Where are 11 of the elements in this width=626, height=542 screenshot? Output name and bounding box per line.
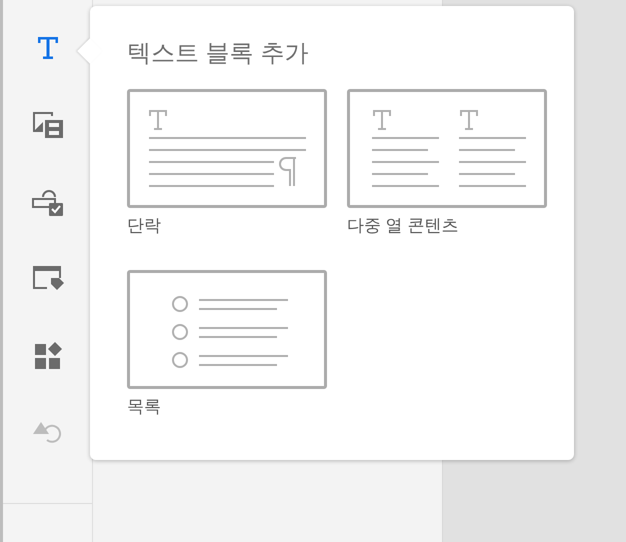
- block-thumbnail[interactable]: [347, 89, 547, 208]
- popover-title: 텍스트 블록 추가: [127, 39, 310, 69]
- block-label: 다중 열 콘텐츠: [347, 215, 460, 237]
- text-icon: [36, 35, 60, 61]
- block-label: 목록: [127, 396, 162, 418]
- widgets-icon: [32, 341, 62, 371]
- lock-checkbox-icon: [30, 187, 64, 217]
- image-film-icon: [30, 110, 64, 140]
- block-label: 단락: [127, 215, 162, 237]
- block-thumbnail[interactable]: [127, 270, 327, 389]
- block-thumbnail[interactable]: [127, 89, 327, 208]
